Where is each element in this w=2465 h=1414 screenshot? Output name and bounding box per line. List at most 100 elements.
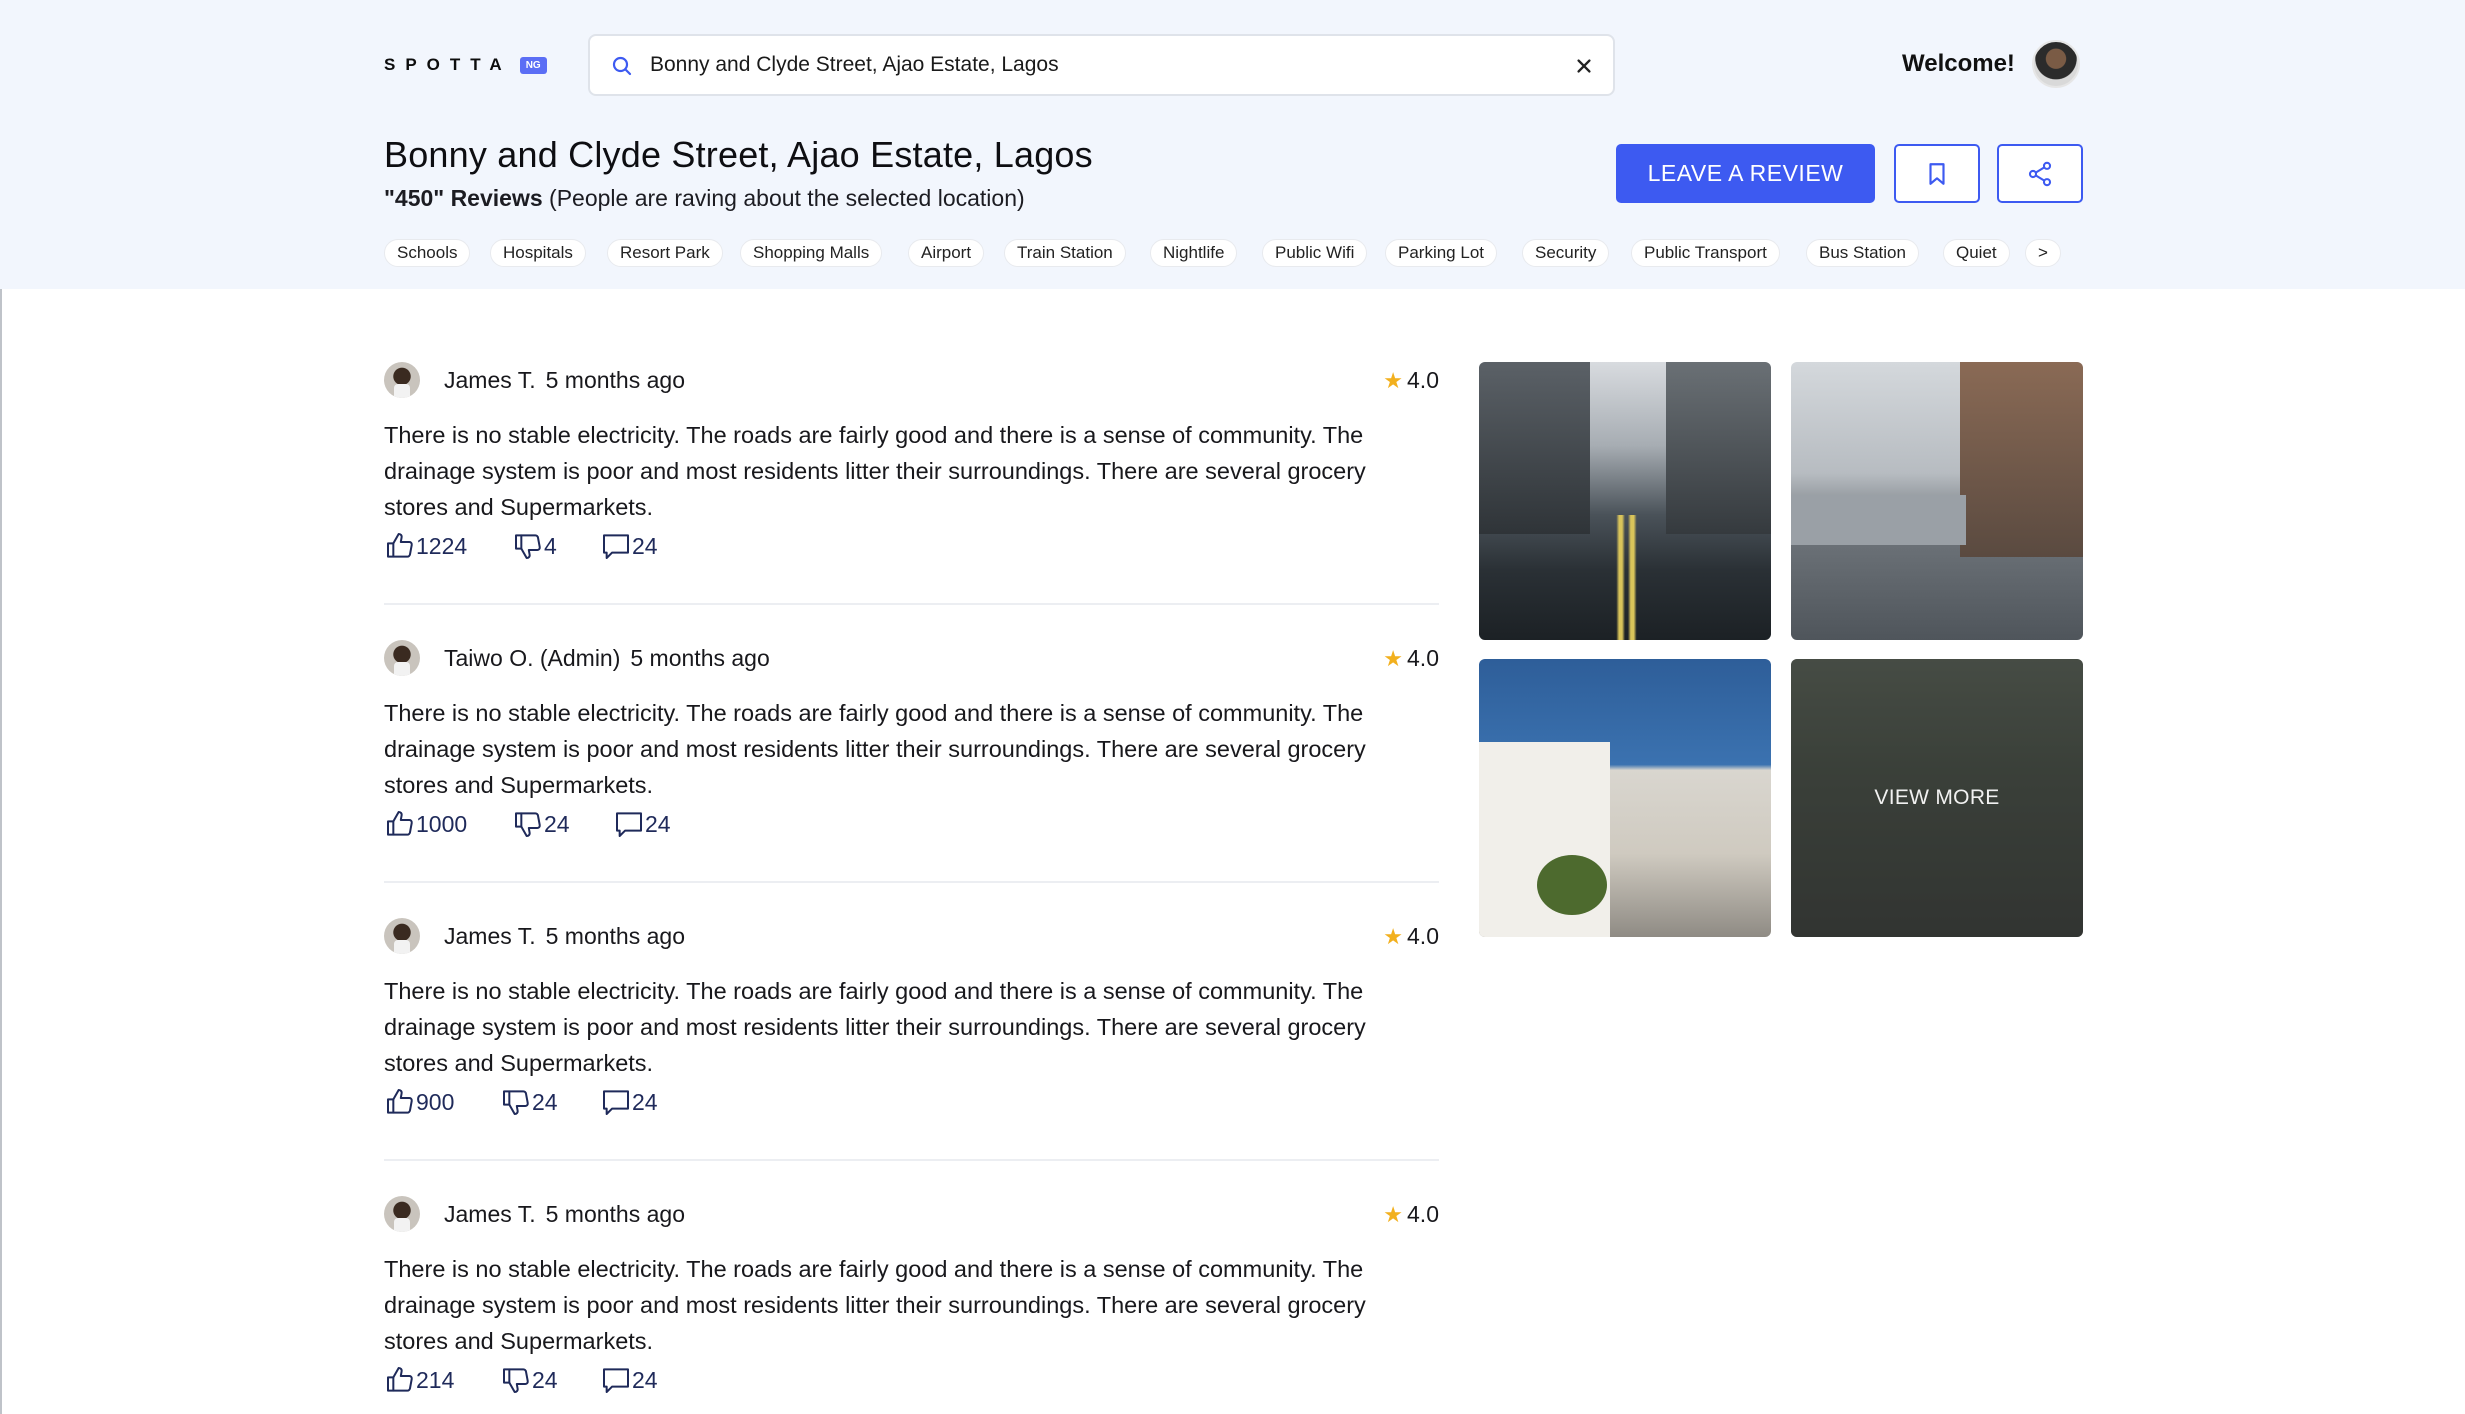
comment-button[interactable]: 24 (600, 1086, 658, 1118)
spotta-logo[interactable]: SPOTTA NG (384, 52, 547, 78)
comment-button[interactable]: 24 (600, 530, 658, 562)
chip-public-transport[interactable]: Public Transport (1631, 239, 1780, 267)
gallery-view-more-tile[interactable]: VIEW MORE (1791, 659, 2083, 937)
review-count: "450" Reviews (384, 185, 543, 211)
review-meta: James T. 5 months ago (444, 367, 685, 394)
chip-schools[interactable]: Schools (384, 239, 471, 267)
thumbs-down-icon (503, 1090, 529, 1115)
thumbs-down-icon (503, 1368, 529, 1393)
review-rating: ★ 4.0 (1383, 923, 1439, 950)
chip-nightlife[interactable]: Nightlife (1150, 239, 1238, 267)
review-meta: Taiwo O. (Admin) 5 months ago (444, 645, 770, 672)
review-divider (384, 603, 1439, 605)
review-card: James T. 5 months ago ★ 4.0 There is no st… (384, 362, 1439, 572)
comment-button[interactable]: 24 (600, 1364, 658, 1396)
rating-value: 4.0 (1407, 923, 1439, 949)
chip-resort-park[interactable]: Resort Park (607, 239, 723, 267)
comment-count: 24 (645, 810, 671, 837)
location-header: SPOTTA NG Welcome! Bonny and Clyde Stree… (0, 0, 2465, 289)
page-title: Bonny and Clyde Street, Ajao Estate, Lag… (384, 134, 1093, 175)
rating-value: 4.0 (1407, 367, 1439, 393)
dislike-count: 4 (544, 532, 557, 559)
leave-review-button[interactable]: LEAVE A REVIEW (1616, 144, 1875, 203)
comment-icon (603, 1090, 629, 1115)
comment-button[interactable]: 24 (613, 808, 671, 840)
like-count: 1224 (416, 532, 468, 559)
review-author: James T. (444, 923, 536, 949)
review-time: 5 months ago (545, 923, 685, 949)
star-icon: ★ (1383, 1201, 1404, 1227)
chip-train-station[interactable]: Train Station (1004, 239, 1126, 267)
reviewer-avatar (384, 918, 420, 954)
thumbs-up-icon (387, 1089, 413, 1114)
dislike-button[interactable]: 24 (500, 1364, 558, 1396)
review-divider (384, 1159, 1439, 1161)
like-button[interactable]: 214 (384, 1364, 454, 1396)
review-card: Taiwo O. (Admin) 5 months ago ★ 4.0 There … (384, 640, 1439, 850)
review-author: Taiwo O. (Admin) (444, 645, 621, 671)
bookmark-button[interactable] (1894, 144, 1980, 203)
reviewer-avatar (384, 362, 420, 398)
gallery-photo-street-trees[interactable] (1791, 362, 2083, 640)
share-button[interactable] (1997, 144, 2083, 203)
thumbs-up-icon (387, 1367, 413, 1392)
rating-value: 4.0 (1407, 645, 1439, 671)
like-count: 900 (416, 1088, 455, 1115)
chip-hospitals[interactable]: Hospitals (490, 239, 586, 267)
thumbs-down-icon (515, 812, 541, 837)
search-input[interactable] (650, 46, 1530, 84)
close-icon[interactable] (1571, 53, 1597, 79)
review-text: There is no stable electricity. The road… (384, 978, 1366, 1076)
comment-icon (603, 534, 629, 559)
chip-public-wifi[interactable]: Public Wifi (1262, 239, 1368, 267)
bookmark-icon (1929, 162, 1945, 185)
gallery-photo-city-street[interactable] (1479, 362, 1771, 640)
review-rating: ★ 4.0 (1383, 645, 1439, 672)
chip-quiet[interactable]: Quiet (1943, 239, 2010, 267)
comment-count: 24 (632, 1366, 658, 1393)
chip-security[interactable]: Security (1522, 239, 1610, 267)
chip-parking-lot[interactable]: Parking Lot (1385, 239, 1497, 267)
thumbs-up-icon (387, 811, 413, 836)
chip-bus-station[interactable]: Bus Station (1806, 239, 1919, 267)
review-rating: ★ 4.0 (1383, 367, 1439, 394)
reviewer-avatar (384, 1196, 420, 1232)
like-count: 1000 (416, 810, 468, 837)
chip-shopping-malls[interactable]: Shopping Malls (740, 239, 883, 267)
review-card: James T. 5 months ago ★ 4.0 There is no st… (384, 918, 1439, 1128)
logo-country-badge: NG (519, 56, 547, 74)
review-author: James T. (444, 367, 536, 393)
view-more-label: VIEW MORE (1874, 786, 2000, 809)
review-time: 5 months ago (630, 645, 770, 671)
dislike-button[interactable]: 24 (512, 808, 570, 840)
review-divider (384, 881, 1439, 883)
dislike-button[interactable]: 4 (512, 530, 557, 562)
like-button[interactable]: 900 (384, 1086, 454, 1118)
dislike-button[interactable]: 24 (500, 1086, 558, 1118)
reviewer-avatar (384, 640, 420, 676)
user-avatar[interactable] (2032, 40, 2080, 88)
chip-airport[interactable]: Airport (908, 239, 985, 267)
review-card: James T. 5 months ago ★ 4.0 There is no st… (384, 1196, 1439, 1406)
review-text: There is no stable electricity. The road… (384, 422, 1366, 520)
review-meta: James T. 5 months ago (444, 923, 685, 950)
rating-value: 4.0 (1407, 1201, 1439, 1227)
review-author: James T. (444, 1201, 536, 1227)
dislike-count: 24 (544, 810, 570, 837)
like-button[interactable]: 1224 (384, 530, 467, 562)
review-note: (People are raving about the selected lo… (542, 185, 1025, 211)
review-text: There is no stable electricity. The road… (384, 1256, 1366, 1354)
star-icon: ★ (1383, 367, 1404, 393)
chips-next-button[interactable]: > (2025, 239, 2061, 267)
comment-icon (603, 1368, 629, 1393)
like-button[interactable]: 1000 (384, 808, 467, 840)
thumbs-down-icon (515, 534, 541, 559)
search-icon (612, 56, 632, 76)
comment-count: 24 (632, 532, 658, 559)
review-time: 5 months ago (545, 1201, 685, 1227)
review-time: 5 months ago (545, 367, 685, 393)
share-icon (2028, 161, 2052, 186)
review-text: There is no stable electricity. The road… (384, 700, 1366, 798)
gallery-photo-white-houses[interactable] (1479, 659, 1771, 937)
thumbs-up-icon (387, 533, 413, 558)
